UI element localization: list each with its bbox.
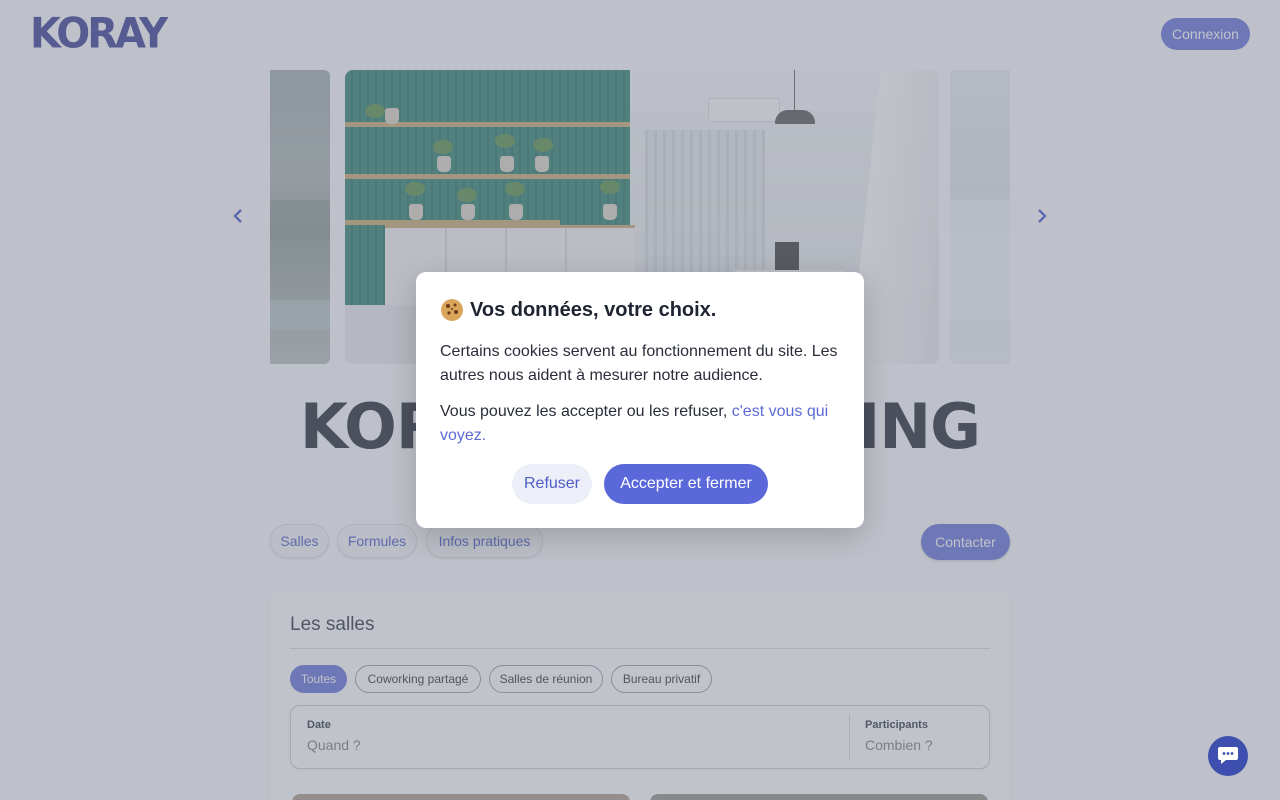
cookie-dialog-choice-prefix: Vous pouvez les accepter ou les refuser, [440, 403, 732, 420]
cookie-dialog-title-text: Vos données, votre choix. [470, 298, 717, 321]
refuse-button[interactable]: Refuser [512, 464, 592, 504]
chat-bubble-icon[interactable] [1208, 736, 1248, 776]
cookie-dialog-title: Vos données, votre choix. [440, 298, 716, 322]
cookie-icon [440, 298, 464, 322]
cookie-dialog-body: Certains cookies servent au fonctionneme… [440, 343, 838, 384]
accept-close-button[interactable]: Accepter et fermer [604, 464, 768, 504]
cookie-consent-dialog: Vos données, votre choix. Certains cooki… [416, 272, 864, 528]
cookie-dialog-choice-text: Vous pouvez les accepter ou les refuser,… [440, 400, 850, 448]
